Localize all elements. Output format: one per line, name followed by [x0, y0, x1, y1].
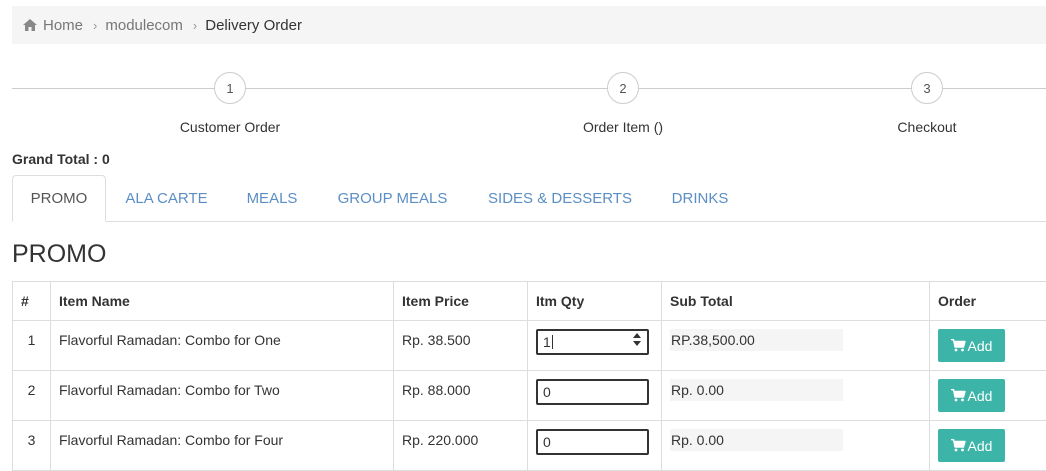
subtotal-field: Rp. 0.00 — [670, 429, 843, 451]
stepper-down-icon[interactable] — [633, 341, 641, 346]
add-to-cart-button[interactable]: Add — [938, 329, 1005, 362]
row-number: 1 — [13, 321, 51, 371]
quantity-stepper[interactable] — [633, 333, 641, 346]
shopping-cart-icon — [951, 439, 966, 452]
col-header-qty: Itm Qty — [528, 282, 662, 321]
item-price: Rp. 38.500 — [394, 321, 528, 371]
quantity-value: 0 — [543, 384, 551, 400]
tab-group-meals[interactable]: GROUP MEALS — [324, 175, 461, 221]
table-row: 2 Flavorful Ramadan: Combo for Two Rp. 8… — [13, 371, 1046, 421]
add-to-cart-button[interactable]: Add — [938, 429, 1005, 462]
tab-ala-carte[interactable]: ALA CARTE — [110, 175, 223, 221]
tab-meals[interactable]: MEALS — [232, 175, 312, 221]
item-price: Rp. 220.000 — [394, 421, 528, 471]
breadcrumb-current: Delivery Order — [205, 17, 302, 34]
step-1-circle[interactable]: 1 — [214, 72, 246, 104]
col-header-subtotal: Sub Total — [662, 282, 930, 321]
col-header-order: Order — [930, 282, 1046, 321]
shopping-cart-icon — [951, 389, 966, 402]
step-1-label: Customer Order — [180, 119, 280, 135]
row-number: 3 — [13, 421, 51, 471]
grand-total-value: 0 — [102, 151, 110, 167]
table-row: 3 Flavorful Ramadan: Combo for Four Rp. … — [13, 421, 1046, 471]
subtotal-field: RP.38,500.00 — [670, 329, 843, 351]
tab-promo[interactable]: PROMO — [12, 175, 106, 222]
quantity-value: 1 — [543, 334, 551, 350]
add-button-label: Add — [968, 388, 993, 404]
col-header-number: # — [13, 282, 51, 321]
quantity-value: 0 — [543, 434, 551, 450]
subtotal-field: Rp. 0.00 — [670, 379, 843, 401]
grand-total: Grand Total : 0 — [12, 151, 110, 167]
add-to-cart-button[interactable]: Add — [938, 379, 1005, 412]
table-header-row: # Item Name Item Price Itm Qty Sub Total… — [13, 282, 1046, 321]
col-header-item-name: Item Name — [51, 282, 394, 321]
stepper-line — [12, 88, 1046, 89]
category-tabs: PROMO ALA CARTE MEALS GROUP MEALS SIDES … — [12, 175, 1046, 222]
shopping-cart-icon — [951, 339, 966, 352]
quantity-input[interactable]: 1 — [536, 329, 649, 355]
chevron-right-icon: › — [193, 18, 197, 33]
row-number: 2 — [13, 371, 51, 421]
step-2-circle[interactable]: 2 — [607, 72, 639, 104]
add-button-label: Add — [968, 338, 993, 354]
step-2-label: Order Item () — [583, 119, 663, 135]
tab-drinks[interactable]: DRINKS — [658, 175, 742, 221]
breadcrumb-module[interactable]: modulecom — [105, 17, 183, 34]
chevron-right-icon: › — [93, 18, 97, 33]
section-title: PROMO — [12, 240, 106, 269]
quantity-input[interactable]: 0 — [536, 429, 649, 455]
breadcrumb-home-label[interactable]: Home — [43, 17, 83, 34]
item-name: Flavorful Ramadan: Combo for Four — [51, 421, 394, 471]
text-cursor — [552, 335, 553, 349]
item-name: Flavorful Ramadan: Combo for Two — [51, 371, 394, 421]
breadcrumb: Home › modulecom › Delivery Order — [12, 6, 1046, 44]
step-3-label: Checkout — [897, 119, 956, 135]
items-table: # Item Name Item Price Itm Qty Sub Total… — [12, 281, 1046, 471]
add-button-label: Add — [968, 438, 993, 454]
home-icon — [23, 19, 37, 31]
quantity-input[interactable]: 0 — [536, 379, 649, 405]
item-price: Rp. 88.000 — [394, 371, 528, 421]
table-row: 1 Flavorful Ramadan: Combo for One Rp. 3… — [13, 321, 1046, 371]
grand-total-label: Grand Total : — [12, 151, 98, 167]
item-name: Flavorful Ramadan: Combo for One — [51, 321, 394, 371]
step-3-circle[interactable]: 3 — [911, 72, 943, 104]
col-header-item-price: Item Price — [394, 282, 528, 321]
breadcrumb-home[interactable]: Home — [23, 17, 83, 34]
stepper-up-icon[interactable] — [633, 333, 641, 338]
tab-sides-desserts[interactable]: SIDES & DESSERTS — [474, 175, 646, 221]
